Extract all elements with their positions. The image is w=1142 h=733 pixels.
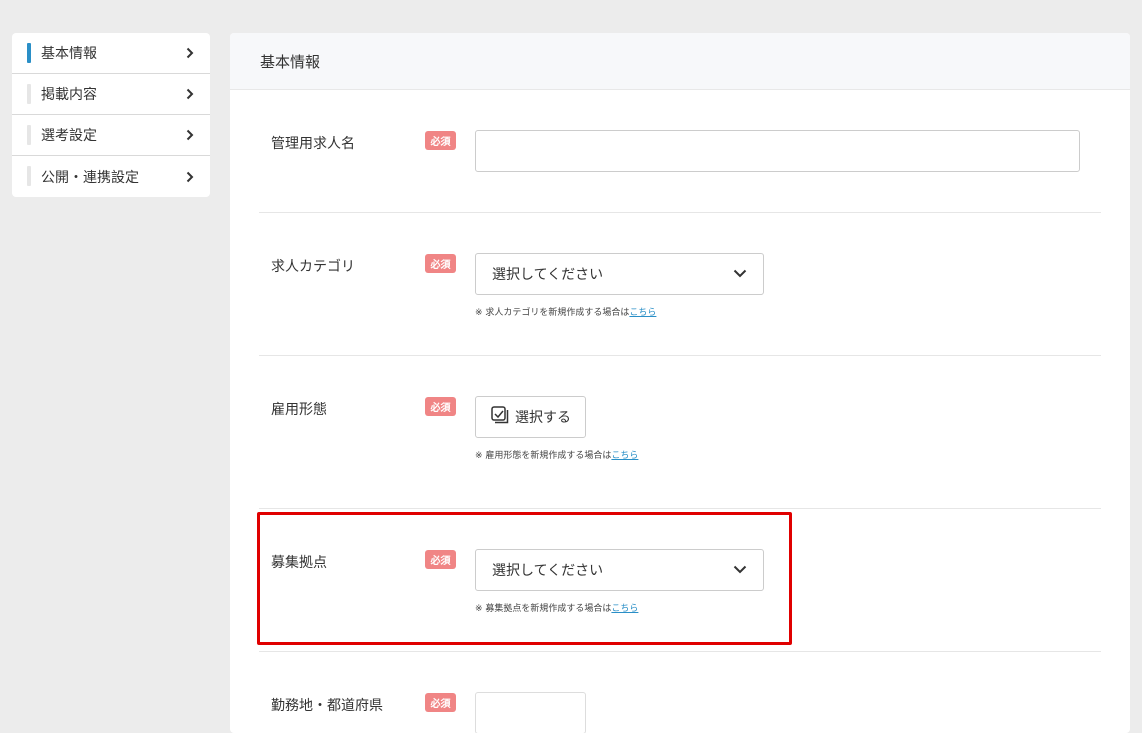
select-value: 選択してください <box>492 267 604 283</box>
select-employment-type-button[interactable]: 選択する <box>475 396 586 438</box>
chevron-down-icon <box>733 562 747 578</box>
chevron-right-icon <box>186 171 196 183</box>
required-badge: 必須 <box>425 550 456 569</box>
sidebar-item-listing-content[interactable]: 掲載内容 <box>12 74 210 115</box>
required-badge: 必須 <box>425 254 456 273</box>
create-note: ※ 求人カテゴリを新規作成する場合はこちら <box>475 305 656 318</box>
create-employment-type-link[interactable]: こちら <box>611 451 638 461</box>
select-value: 選択してください <box>492 563 604 579</box>
required-badge: 必須 <box>425 397 456 416</box>
active-indicator <box>27 43 31 63</box>
field-label: 求人カテゴリ <box>271 259 355 275</box>
create-recruit-base-link[interactable]: こちら <box>611 604 638 614</box>
sidebar-item-publish-settings[interactable]: 公開・連携設定 <box>12 156 210 197</box>
note-text: ※ 雇用形態を新規作成する場合は <box>475 451 612 461</box>
checkbox-icon <box>491 406 509 428</box>
note-text: ※ 募集拠点を新規作成する場合は <box>475 604 612 614</box>
job-category-select[interactable]: 選択してください <box>475 253 764 295</box>
field-label: 勤務地・都道府県 <box>271 698 383 714</box>
employment-type-row: 雇用形態 必須 選択する ※ 雇用形態を新規作成する場合はこちら <box>259 356 1101 508</box>
chevron-down-icon <box>733 266 747 282</box>
indicator <box>27 166 31 186</box>
sidebar-item-basic-info[interactable]: 基本情報 <box>12 33 210 74</box>
sidebar-item-label: 掲載内容 <box>41 87 97 103</box>
job-name-input[interactable] <box>475 130 1080 172</box>
job-category-row: 求人カテゴリ 必須 選択してください ※ 求人カテゴリを新規作成する場合はこちら <box>259 213 1101 355</box>
indicator <box>27 125 31 145</box>
field-label: 募集拠点 <box>271 555 327 571</box>
sidebar-item-selection-settings[interactable]: 選考設定 <box>12 115 210 156</box>
recruit-base-select[interactable]: 選択してください <box>475 549 764 591</box>
chevron-right-icon <box>186 88 196 100</box>
job-name-row: 管理用求人名 必須 <box>259 90 1101 212</box>
chevron-right-icon <box>186 47 196 59</box>
create-category-link[interactable]: こちら <box>629 308 656 318</box>
required-badge: 必須 <box>425 131 456 150</box>
sidebar-item-label: 公開・連携設定 <box>41 169 139 186</box>
work-location-row: 勤務地・都道府県 必須 <box>259 652 1101 733</box>
sidebar-nav: 基本情報 掲載内容 選考設定 公開・連携設定 <box>12 33 210 197</box>
note-text: ※ 求人カテゴリを新規作成する場合は <box>475 308 630 318</box>
panel-title: 基本情報 <box>230 33 1130 90</box>
indicator <box>27 84 31 104</box>
field-label: 雇用形態 <box>271 402 327 418</box>
recruit-base-row: 募集拠点 必須 選択してください ※ 募集拠点を新規作成する場合はこちら <box>259 509 1101 651</box>
create-note: ※ 募集拠点を新規作成する場合はこちら <box>475 601 638 614</box>
sidebar-item-label: 基本情報 <box>41 46 97 62</box>
sidebar-item-label: 選考設定 <box>41 128 97 144</box>
create-note: ※ 雇用形態を新規作成する場合はこちら <box>475 448 638 461</box>
form-panel: 基本情報 管理用求人名 必須 求人カテゴリ 必須 選択してください ※ 求人カテ… <box>230 33 1130 733</box>
work-location-select-button[interactable] <box>475 692 586 733</box>
chevron-right-icon <box>186 129 196 141</box>
field-label: 管理用求人名 <box>271 136 355 152</box>
button-label: 選択する <box>515 410 571 426</box>
